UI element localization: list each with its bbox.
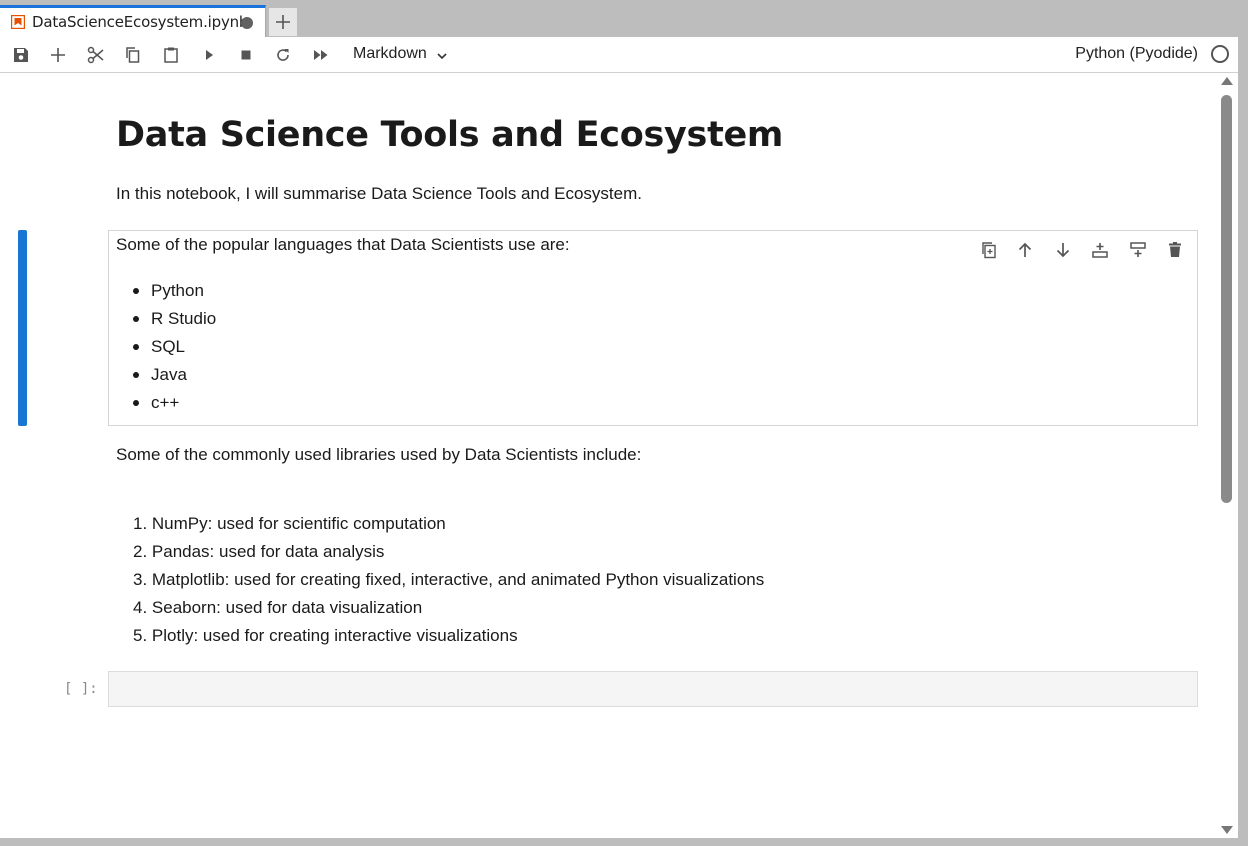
duplicate-icon: [982, 242, 996, 259]
save-icon: [14, 48, 28, 62]
notebook-toolbar: Markdown Python (Pyodide): [0, 37, 1238, 73]
scroll-down-icon[interactable]: [1221, 826, 1233, 834]
code-cell-input[interactable]: [108, 671, 1198, 707]
window-edge: [1238, 37, 1248, 838]
unsaved-dot-icon[interactable]: [241, 17, 253, 29]
move-down-icon: [1056, 243, 1070, 258]
list-item: 3. Matplotlib: used for creating fixed, …: [133, 570, 765, 589]
interrupt-button[interactable]: [234, 43, 258, 67]
list-item: 1. NumPy: used for scientific computatio…: [133, 514, 446, 533]
run-button[interactable]: [197, 43, 221, 67]
paste-icon: [164, 47, 178, 63]
insert-above-button[interactable]: [1089, 239, 1111, 261]
cut-icon: [87, 46, 104, 64]
list-item: c++: [132, 389, 216, 417]
scroll-up-icon[interactable]: [1221, 77, 1233, 85]
list-item: Python: [132, 277, 216, 305]
insert-below-button[interactable]: [1127, 239, 1149, 261]
notebook-icon: [11, 15, 25, 29]
list-item: R Studio: [132, 305, 216, 333]
delete-cell-button[interactable]: [1164, 239, 1186, 261]
cut-button[interactable]: [84, 43, 108, 67]
notebook-panel: Data Science Tools and Ecosystem In this…: [0, 73, 1238, 838]
restart-icon: [277, 49, 289, 61]
paste-button[interactable]: [159, 43, 183, 67]
intro-text: In this notebook, I will summarise Data …: [116, 184, 642, 203]
insert-cell-button[interactable]: [46, 43, 70, 67]
copy-button[interactable]: [121, 43, 145, 67]
add-cell-icon: [51, 48, 65, 62]
languages-list: Python R Studio SQL Java c++: [132, 277, 216, 417]
move-up-button[interactable]: [1014, 239, 1036, 261]
notebook-tab[interactable]: DataScienceEcosystem.ipynb: [0, 5, 266, 37]
window-bottom-edge: [0, 838, 1248, 846]
list-item: 5. Plotly: used for creating interactive…: [133, 626, 518, 645]
languages-heading: Some of the popular languages that Data …: [116, 235, 570, 254]
jupyterlite-window: DataScienceEcosystem.ipynb Markdown Pyth…: [0, 0, 1248, 846]
list-item: Java: [132, 361, 216, 389]
run-all-button[interactable]: [309, 43, 333, 67]
duplicate-cell-button[interactable]: [978, 239, 1000, 261]
insert-below-icon: [1130, 242, 1146, 257]
stop-icon: [241, 50, 251, 60]
delete-icon: [1169, 242, 1181, 257]
copy-icon: [126, 47, 140, 63]
vertical-scrollbar[interactable]: [1216, 73, 1238, 838]
new-tab-button[interactable]: [268, 7, 298, 37]
save-button[interactable]: [9, 43, 33, 67]
kernel-status-icon: [1211, 45, 1229, 63]
cell-type-dropdown[interactable]: Markdown: [353, 45, 427, 63]
restart-button[interactable]: [271, 43, 295, 67]
kernel-name[interactable]: Python (Pyodide): [1075, 45, 1198, 63]
move-up-icon: [1018, 242, 1032, 257]
tab-bar: DataScienceEcosystem.ipynb: [0, 0, 1248, 37]
list-item: SQL: [132, 333, 216, 361]
scroll-thumb[interactable]: [1221, 95, 1232, 503]
run-all-icon: [314, 50, 328, 60]
libraries-heading: Some of the commonly used libraries used…: [116, 445, 642, 464]
libraries-list: 1. NumPy: used for scientific computatio…: [133, 510, 764, 650]
plus-icon: [276, 15, 290, 29]
active-cell-indicator[interactable]: [18, 230, 27, 426]
notebook-title: Data Science Tools and Ecosystem: [116, 115, 784, 155]
tab-title: DataScienceEcosystem.ipynb: [32, 13, 249, 31]
run-icon: [206, 50, 213, 60]
chevron-down-icon[interactable]: [436, 50, 448, 62]
execution-prompt: [ ]:: [64, 681, 98, 697]
list-item: 4. Seaborn: used for data visualization: [133, 598, 423, 617]
move-down-button[interactable]: [1052, 239, 1074, 261]
insert-above-icon: [1092, 243, 1108, 258]
list-item: 2. Pandas: used for data analysis: [133, 542, 385, 561]
